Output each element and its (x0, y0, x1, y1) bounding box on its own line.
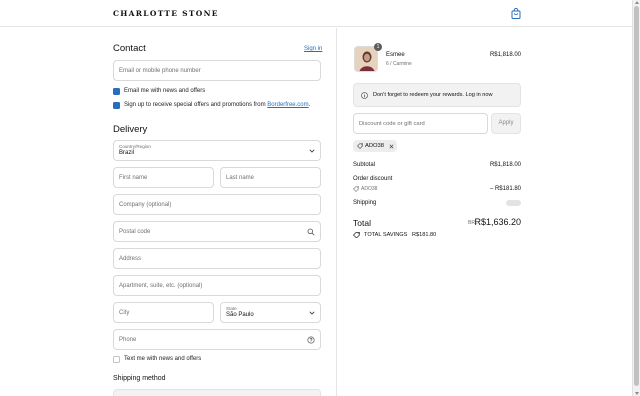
city-field[interactable]: City (113, 302, 214, 323)
text-me-label: Text me with news and offers (124, 356, 202, 362)
delivery-heading: Delivery (113, 124, 148, 135)
brand-logo[interactable]: CHARLOTTE STONE (113, 9, 219, 18)
apartment-field[interactable]: Apartment, suite, etc. (optional) (113, 275, 321, 296)
shipping-method-placeholder (113, 389, 321, 396)
header: CHARLOTTE STONE (0, 0, 632, 27)
check-icon (114, 95, 119, 100)
first-name-field[interactable]: First name (113, 167, 214, 188)
checkout-page: CHARLOTTE STONE Contact Sign in Email or… (0, 0, 640, 396)
state-label: State (226, 306, 237, 311)
order-summary: 1 Esmee 6 / Carmine R$1,818.00 Don't for… (338, 28, 632, 396)
savings-tag-icon (353, 232, 360, 238)
rewards-notice[interactable]: Don't forget to redeem your rewards. Log… (353, 83, 521, 107)
chevron-down-icon (309, 311, 315, 315)
applied-discount-code: ADO38 (365, 143, 385, 149)
total-savings-value: R$181.80 (412, 232, 437, 238)
total-label: Total (353, 218, 371, 228)
email-placeholder: Email or mobile phone number (119, 67, 201, 74)
scroll-up-arrow[interactable] (635, 1, 639, 4)
shipping-method-heading: Shipping method (113, 375, 166, 382)
scroll-down-arrow[interactable] (635, 392, 639, 395)
promo-label-text: Sign up to receive special offers and pr… (124, 102, 268, 108)
borderfree-link[interactable]: Borderfree.com (267, 102, 308, 108)
subtotal-value: R$1,818.00 (489, 162, 521, 168)
rewards-notice-text: Don't forget to redeem your rewards. Log… (373, 92, 493, 98)
scrollbar-thumb[interactable] (634, 6, 639, 386)
email-field[interactable]: Email or mobile phone number (113, 60, 321, 81)
address-field[interactable]: Address (113, 248, 321, 269)
discount-code-placeholder: Discount code or gift card (359, 120, 425, 127)
country-select[interactable]: Country/Region Brazil (113, 140, 321, 161)
postal-code-placeholder: Postal code (119, 228, 151, 235)
promo-label-suffix: . (308, 102, 311, 108)
order-discount-label: Order discount (353, 176, 393, 182)
shipping-value-placeholder (506, 200, 521, 206)
tag-icon (357, 143, 363, 149)
discount-code-line: ADO38 (361, 186, 378, 192)
product-variant: 6 / Carmine (386, 61, 412, 67)
vertical-scrollbar[interactable] (632, 0, 640, 396)
applied-discount-tag: ADO38 (353, 140, 397, 152)
discount-value: – R$181.80 (489, 186, 521, 192)
phone-field[interactable]: Phone (113, 329, 321, 350)
total-savings-label: TOTAL SAVINGS (364, 232, 408, 238)
close-icon[interactable] (389, 144, 394, 149)
product-name: Esmee (386, 52, 405, 58)
promo-label: Sign up to receive special offers and pr… (124, 102, 310, 108)
shopping-bag-icon[interactable] (511, 8, 521, 19)
total-value: R$1,636.20 (474, 217, 521, 227)
discount-code-field[interactable]: Discount code or gift card (353, 113, 488, 134)
contact-heading: Contact (113, 43, 146, 54)
subtotal-label: Subtotal (353, 162, 376, 168)
address-placeholder: Address (119, 255, 142, 262)
last-name-placeholder: Last name (226, 174, 255, 181)
product-image (355, 47, 377, 71)
promo-checkbox[interactable] (113, 102, 120, 114)
chevron-down-icon (309, 149, 315, 153)
info-icon (361, 92, 368, 99)
country-value: Brazil (119, 150, 135, 156)
city-placeholder: City (119, 309, 130, 316)
apply-button[interactable]: Apply (491, 113, 521, 134)
quantity-badge: 1 (374, 43, 382, 51)
news-checkbox[interactable] (113, 88, 120, 100)
help-icon[interactable] (307, 335, 315, 344)
company-placeholder: Company (optional) (119, 201, 172, 208)
checkout-form: Contact Sign in Email or mobile phone nu… (0, 28, 337, 396)
phone-placeholder: Phone (119, 336, 137, 343)
search-icon[interactable] (307, 228, 315, 236)
apartment-placeholder: Apartment, suite, etc. (optional) (119, 282, 203, 289)
state-value: São Paulo (226, 312, 254, 318)
company-field[interactable]: Company (optional) (113, 194, 321, 215)
tag-icon (353, 186, 359, 192)
shipping-label: Shipping (353, 200, 377, 206)
last-name-field[interactable]: Last name (220, 167, 321, 188)
state-select[interactable]: State São Paulo (220, 302, 321, 323)
product-price: R$1,818.00 (489, 52, 521, 58)
text-me-checkbox[interactable] (113, 356, 120, 363)
country-label: Country/Region (119, 144, 151, 149)
news-label: Email me with news and offers (124, 88, 206, 94)
sign-in-link[interactable]: Sign in (304, 46, 322, 52)
first-name-placeholder: First name (119, 174, 148, 181)
postal-code-field[interactable]: Postal code (113, 221, 321, 242)
check-icon (114, 109, 119, 114)
